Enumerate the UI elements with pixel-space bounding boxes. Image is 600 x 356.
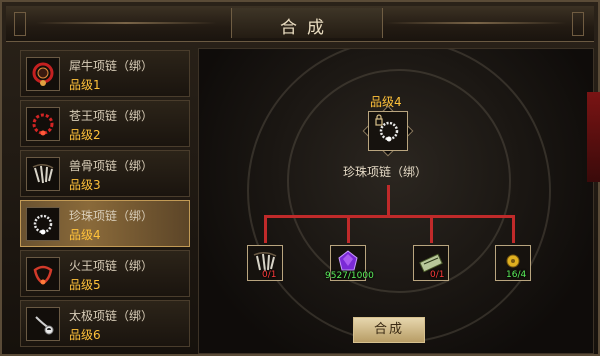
recipe-name: 火王项链（绑）: [69, 259, 154, 273]
recipe-name: 苍王项链（绑）: [69, 109, 154, 123]
crafting-panel: 品级4 珍珠项链（绑） 0/1 9527/1000 0/1 16/4 合成: [198, 48, 594, 354]
material-count: 0/1: [262, 270, 277, 280]
bone-necklace-icon: [26, 157, 60, 191]
connector-line: [430, 215, 433, 243]
adjacent-panel-edge: [587, 92, 600, 182]
material-slot[interactable]: 0/1: [413, 245, 449, 281]
material-count: 0/1: [430, 270, 445, 280]
titlebar-ornament-left: [14, 12, 26, 36]
recipe-item[interactable]: 火王项链（绑） 品级5: [20, 250, 190, 297]
recipe-item[interactable]: 兽骨项链（绑） 品级3: [20, 150, 190, 197]
target-slot[interactable]: [368, 111, 408, 151]
material-slot[interactable]: 0/1: [247, 245, 283, 281]
recipe-name: 犀牛项链（绑）: [69, 59, 154, 73]
connector-line: [387, 185, 390, 217]
material-count: 9527/1000: [325, 271, 374, 281]
fire-king-necklace-icon: [26, 257, 60, 291]
recipe-name: 兽骨项链（绑）: [69, 159, 154, 173]
recipe-grade: 品级1: [69, 78, 101, 92]
rhino-necklace-icon: [26, 57, 60, 91]
titlebar-decoration-left: [36, 22, 216, 24]
recipe-item[interactable]: 苍王项链（绑） 品级2: [20, 100, 190, 147]
pearl-necklace-icon: [375, 114, 399, 142]
titlebar-ornament-right: [572, 12, 584, 36]
material-count: 16/4: [506, 270, 527, 280]
recipe-grade: 品级5: [69, 278, 101, 292]
taiji-necklace-icon: [26, 307, 60, 341]
canglang-necklace-icon: [26, 107, 60, 141]
connector-line: [347, 215, 350, 243]
connector-line: [264, 215, 514, 218]
window-title: 合成: [280, 18, 334, 38]
target-name: 珍珠项链（绑）: [343, 165, 428, 179]
connector-line: [264, 215, 267, 243]
titlebar-decoration-right: [386, 22, 566, 24]
material-slot[interactable]: 16/4: [495, 245, 531, 281]
recipe-item-selected[interactable]: 珍珠项链（绑） 品级4: [20, 200, 190, 247]
crafting-window: 合成 犀牛项链（绑） 品级1 苍王项链（绑） 品级2 兽骨项链（绑） 品级3 珍…: [0, 0, 600, 356]
recipe-list: 犀牛项链（绑） 品级1 苍王项链（绑） 品级2 兽骨项链（绑） 品级3 珍珠项链…: [20, 48, 192, 354]
recipe-name: 太极项链（绑）: [69, 309, 154, 323]
pearl-necklace-icon: [26, 207, 60, 241]
recipe-name: 珍珠项链（绑）: [69, 209, 154, 223]
material-slot[interactable]: 9527/1000: [325, 245, 374, 281]
window-titlebar: 合成: [6, 6, 594, 42]
connector-line: [512, 215, 515, 243]
recipe-grade: 品级4: [69, 228, 101, 242]
recipe-grade: 品级2: [69, 128, 101, 142]
recipe-item[interactable]: 太极项链（绑） 品级6: [20, 300, 190, 347]
craft-button[interactable]: 合成: [353, 317, 425, 343]
recipe-item[interactable]: 犀牛项链（绑） 品级1: [20, 50, 190, 97]
recipe-grade: 品级3: [69, 178, 101, 192]
recipe-grade: 品级6: [69, 328, 101, 342]
title-plate: 合成: [231, 8, 383, 38]
